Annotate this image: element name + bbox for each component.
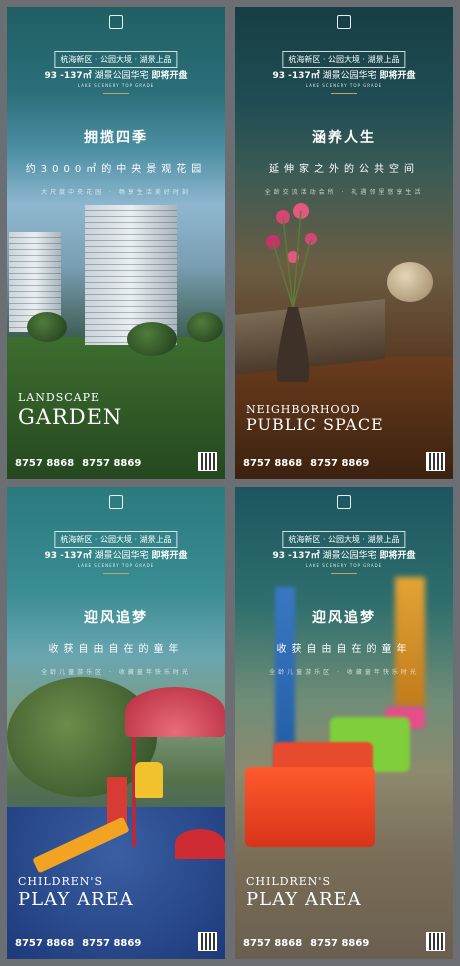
qr-code — [426, 932, 445, 951]
phone-1: 8757 8868 — [15, 938, 75, 949]
phone-numbers: 8757 8868 8757 8869 — [243, 938, 369, 949]
poster-public-space: 杭海新区 · 公园大境 · 湖景上品 93 -137㎡ 湖景公园华宅 即将开盘 … — [235, 7, 453, 479]
phone-2: 8757 8869 — [310, 458, 370, 469]
poster-play-area: 杭海新区 · 公园大境 · 湖景上品 93 -137㎡ 湖景公园华宅 即将开盘 … — [7, 487, 225, 959]
location-tag: 杭海新区 · 公园大境 · 湖景上品 — [282, 51, 406, 68]
phone-2: 8757 8869 — [82, 938, 142, 949]
description: 全龄交流活动会所 · 礼遇邻里悠享生活 — [264, 189, 424, 196]
phone-numbers: 8757 8868 8757 8869 — [15, 458, 141, 469]
sub-english: LAKE SCENERY TOP GRADE — [305, 83, 383, 88]
english-line-2: PLAY AREA — [246, 889, 362, 910]
english-line-1: LANDSCAPE — [18, 391, 101, 404]
divider — [102, 573, 130, 574]
phone-2: 8757 8869 — [310, 938, 370, 949]
teapot — [387, 262, 433, 302]
poster-title: 涵养人生 — [312, 130, 376, 146]
description: 大尺度中央花园 · 畅享生活美好时刻 — [41, 189, 191, 196]
poster-title: 拥揽四季 — [84, 130, 148, 146]
qr-code — [198, 932, 217, 951]
poster-title: 迎风追梦 — [312, 610, 376, 626]
headline: 93 -137㎡ 湖景公园华宅 即将开盘 — [272, 551, 416, 561]
tree — [27, 312, 67, 342]
divider — [330, 573, 358, 574]
poster-title: 迎风追梦 — [84, 610, 148, 626]
divider — [330, 93, 358, 94]
brand-logo — [109, 495, 123, 509]
description: 全龄儿童游乐区 · 收藏童年快乐时光 — [269, 669, 419, 676]
sub-english: LAKE SCENERY TOP GRADE — [77, 83, 155, 88]
phone-numbers: 8757 8868 8757 8869 — [243, 458, 369, 469]
poster-landscape-garden: 杭海新区 · 公园大境 · 湖景上品 93 -137㎡ 湖景公园华宅 即将开盘 … — [7, 7, 225, 479]
playhouse-roof — [125, 687, 225, 737]
poster-play-area-2: 杭海新区 · 公园大境 · 湖景上品 93 -137㎡ 湖景公园华宅 即将开盘 … — [235, 487, 453, 959]
english-line-2: PUBLIC SPACE — [246, 415, 384, 434]
headline: 93 -137㎡ 湖景公园华宅 即将开盘 — [272, 71, 416, 81]
slogan: 收获自由自在的童年 — [48, 644, 184, 655]
location-tag: 杭海新区 · 公园大境 · 湖景上品 — [54, 51, 178, 68]
location-tag: 杭海新区 · 公园大境 · 湖景上品 — [54, 531, 178, 548]
phone-1: 8757 8868 — [243, 938, 303, 949]
english-line-2: PLAY AREA — [18, 889, 134, 910]
yellow-panel — [135, 762, 163, 798]
english-line-1: CHILDREN'S — [246, 875, 331, 888]
slogan: 延伸家之外的公共空间 — [269, 164, 419, 175]
sub-english: LAKE SCENERY TOP GRADE — [305, 563, 383, 568]
divider — [102, 93, 130, 94]
brand-logo — [337, 495, 351, 509]
slogan: 收获自由自在的童年 — [276, 644, 412, 655]
brand-logo — [337, 15, 351, 29]
headline: 93 -137㎡ 湖景公园华宅 即将开盘 — [44, 71, 188, 81]
tree — [187, 312, 223, 342]
location-tag: 杭海新区 · 公园大境 · 湖景上品 — [282, 531, 406, 548]
red-tunnel — [175, 829, 225, 859]
phone-1: 8757 8868 — [243, 458, 303, 469]
flower-vase — [266, 203, 317, 382]
description: 全龄儿童游乐区 · 收藏童年快乐时光 — [41, 669, 191, 676]
slogan: 约3000㎡的中央景观花园 — [25, 164, 207, 175]
phone-numbers: 8757 8868 8757 8869 — [15, 938, 141, 949]
qr-code — [198, 452, 217, 471]
phone-1: 8757 8868 — [15, 458, 75, 469]
red-seat-front — [245, 767, 375, 847]
sub-english: LAKE SCENERY TOP GRADE — [77, 563, 155, 568]
english-line-2: GARDEN — [18, 405, 123, 429]
tree — [127, 322, 177, 356]
headline: 93 -137㎡ 湖景公园华宅 即将开盘 — [44, 551, 188, 561]
phone-2: 8757 8869 — [82, 458, 142, 469]
english-line-1: CHILDREN'S — [18, 875, 103, 888]
brand-logo — [109, 15, 123, 29]
qr-code — [426, 452, 445, 471]
